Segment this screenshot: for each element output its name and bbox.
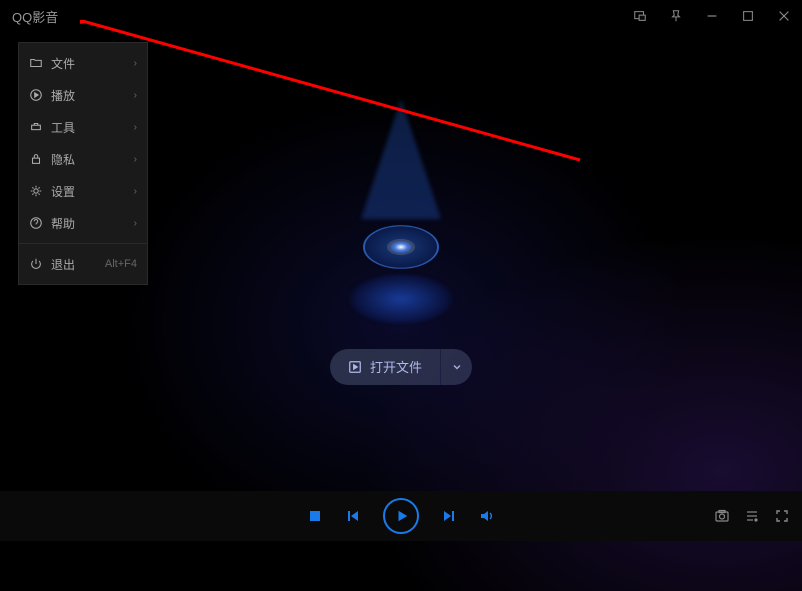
menu-item-file[interactable]: 文件 ›	[19, 47, 147, 79]
app-window: QQ影音	[0, 0, 802, 541]
menu-label: 设置	[51, 183, 126, 200]
chevron-right-icon: ›	[134, 218, 137, 229]
menu-label: 文件	[51, 55, 126, 72]
app-logo	[331, 139, 471, 299]
stop-button[interactable]	[307, 508, 323, 524]
fullscreen-icon	[774, 508, 790, 524]
prev-button[interactable]	[345, 508, 361, 524]
menu-label: 帮助	[51, 215, 126, 232]
chevron-right-icon: ›	[134, 186, 137, 197]
help-icon	[29, 216, 43, 230]
menu-shortcut: Alt+F4	[105, 258, 137, 270]
stop-icon	[307, 508, 323, 524]
prev-icon	[345, 508, 361, 524]
pin-button[interactable]	[662, 2, 690, 30]
minimize-button[interactable]	[698, 2, 726, 30]
play-icon	[395, 509, 409, 523]
fullscreen-button[interactable]	[774, 508, 790, 524]
menu-separator	[19, 243, 147, 244]
menu-item-exit[interactable]: 退出 Alt+F4	[19, 248, 147, 280]
menu-label: 退出	[51, 256, 97, 273]
menu-item-settings[interactable]: 设置 ›	[19, 175, 147, 207]
titlebar[interactable]: QQ影音	[0, 0, 802, 32]
play-button[interactable]	[383, 498, 419, 534]
menu-item-tools[interactable]: 工具 ›	[19, 111, 147, 143]
screenshot-button[interactable]	[714, 508, 730, 524]
playlist-button[interactable]	[744, 508, 760, 524]
pip-button[interactable]	[626, 2, 654, 30]
chevron-right-icon: ›	[134, 122, 137, 133]
play-circle-icon	[29, 88, 43, 102]
close-button[interactable]	[770, 2, 798, 30]
context-menu: 文件 › 播放 › 工具 › 隐私 › 设置 › 帮助 ›	[18, 42, 148, 285]
close-icon	[777, 9, 791, 23]
menu-item-play[interactable]: 播放 ›	[19, 79, 147, 111]
bottom-bar	[0, 491, 802, 541]
menu-item-privacy[interactable]: 隐私 ›	[19, 143, 147, 175]
power-icon	[29, 257, 43, 271]
next-icon	[441, 508, 457, 524]
tool-icon	[29, 120, 43, 134]
app-title: QQ影音	[12, 7, 58, 26]
gear-icon	[29, 184, 43, 198]
bottom-right-controls	[714, 508, 790, 524]
minimize-icon	[705, 9, 719, 23]
chevron-right-icon: ›	[134, 90, 137, 101]
maximize-button[interactable]	[734, 2, 762, 30]
window-controls	[626, 0, 798, 32]
folder-icon	[29, 56, 43, 70]
pin-icon	[669, 9, 683, 23]
screenshot-icon	[714, 508, 730, 524]
menu-label: 播放	[51, 87, 126, 104]
playlist-icon	[744, 508, 760, 524]
pip-icon	[633, 9, 647, 23]
volume-icon	[479, 508, 495, 524]
chevron-right-icon: ›	[134, 58, 137, 69]
menu-label: 隐私	[51, 151, 126, 168]
player-controls	[307, 498, 495, 534]
next-button[interactable]	[441, 508, 457, 524]
menu-label: 工具	[51, 119, 126, 136]
volume-button[interactable]	[479, 508, 495, 524]
maximize-icon	[741, 9, 755, 23]
lock-icon	[29, 152, 43, 166]
chevron-right-icon: ›	[134, 154, 137, 165]
menu-item-help[interactable]: 帮助 ›	[19, 207, 147, 239]
